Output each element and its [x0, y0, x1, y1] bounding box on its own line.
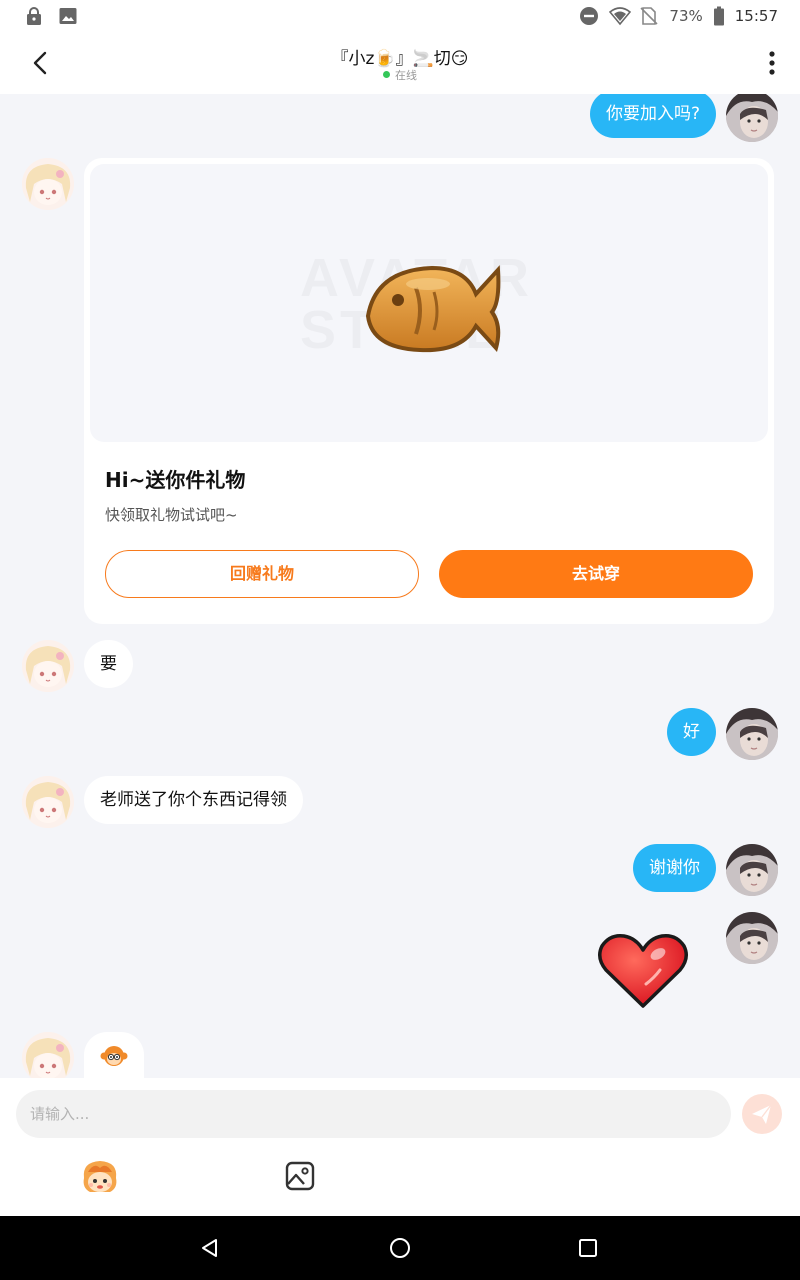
- image-picker-button[interactable]: [284, 1160, 316, 1192]
- gift-title: Hi~送你件礼物: [105, 468, 246, 492]
- image-notification-icon: [58, 6, 78, 26]
- contact-avatar[interactable]: [22, 640, 74, 692]
- battery-percent: 73%: [669, 7, 703, 25]
- battery-icon: [713, 6, 725, 26]
- my-avatar[interactable]: [726, 94, 778, 142]
- chat-header: 『小z🍺』🚬切😏 在线: [0, 32, 800, 94]
- more-options-button[interactable]: [766, 48, 778, 78]
- emoji-button[interactable]: [80, 1158, 120, 1196]
- clock: 15:57: [734, 7, 778, 25]
- nav-recents-button[interactable]: [576, 1236, 600, 1260]
- message-input[interactable]: [16, 1090, 731, 1138]
- gift-subtitle: 快领取礼物试试吧~: [105, 506, 238, 524]
- wifi-icon: [609, 6, 632, 26]
- online-label: 在线: [395, 69, 417, 82]
- status-bar: 73% 15:57: [0, 0, 800, 32]
- composer: [0, 1078, 800, 1216]
- lock-icon: [24, 6, 44, 26]
- try-on-button[interactable]: 去试穿: [439, 550, 753, 598]
- gift-image: AVATAR STORE: [90, 164, 768, 442]
- more-vert-icon: [769, 51, 775, 75]
- emoji-message-bubble[interactable]: [84, 1032, 144, 1078]
- system-nav-bar: [0, 1216, 800, 1280]
- nav-home-button[interactable]: [388, 1236, 412, 1260]
- heart-sticker-icon[interactable]: [596, 932, 690, 1010]
- nav-recents-icon: [579, 1239, 597, 1257]
- contact-avatar[interactable]: [22, 1032, 74, 1078]
- monkey-emoji-icon: [100, 1046, 128, 1066]
- message-bubble[interactable]: 要: [84, 640, 133, 688]
- send-button[interactable]: [742, 1094, 782, 1134]
- emoji-face-icon: [83, 1161, 117, 1192]
- do-not-disturb-icon: [579, 6, 599, 26]
- nav-home-icon: [390, 1238, 410, 1258]
- image-picker-icon: [285, 1161, 315, 1191]
- contact-avatar[interactable]: [22, 158, 74, 210]
- nav-back-icon: [202, 1239, 217, 1257]
- my-avatar[interactable]: [726, 844, 778, 896]
- message-bubble[interactable]: 谢谢你: [633, 844, 716, 892]
- nav-back-button[interactable]: [198, 1236, 222, 1260]
- message-list[interactable]: 你要加入吗? AVATAR STORE Hi~送你: [0, 94, 800, 1078]
- no-sim-icon: [639, 6, 659, 26]
- contact-avatar[interactable]: [22, 776, 74, 828]
- online-dot: [383, 71, 390, 78]
- my-avatar[interactable]: [726, 708, 778, 760]
- message-bubble[interactable]: 老师送了你个东西记得领: [84, 776, 303, 824]
- message-bubble[interactable]: 好: [667, 708, 716, 756]
- my-avatar[interactable]: [726, 912, 778, 964]
- gift-card[interactable]: AVATAR STORE Hi~送你件礼物 快领取礼物试试吧~ 回赠礼物 去试穿: [84, 158, 774, 624]
- online-status: 在线: [0, 67, 800, 83]
- return-gift-button[interactable]: 回赠礼物: [105, 550, 419, 598]
- chat-title: 『小z🍺』🚬切😏: [331, 49, 469, 69]
- fish-cookie-gift-icon: [365, 265, 501, 353]
- send-icon: [752, 1104, 772, 1124]
- message-bubble[interactable]: 你要加入吗?: [589, 94, 716, 138]
